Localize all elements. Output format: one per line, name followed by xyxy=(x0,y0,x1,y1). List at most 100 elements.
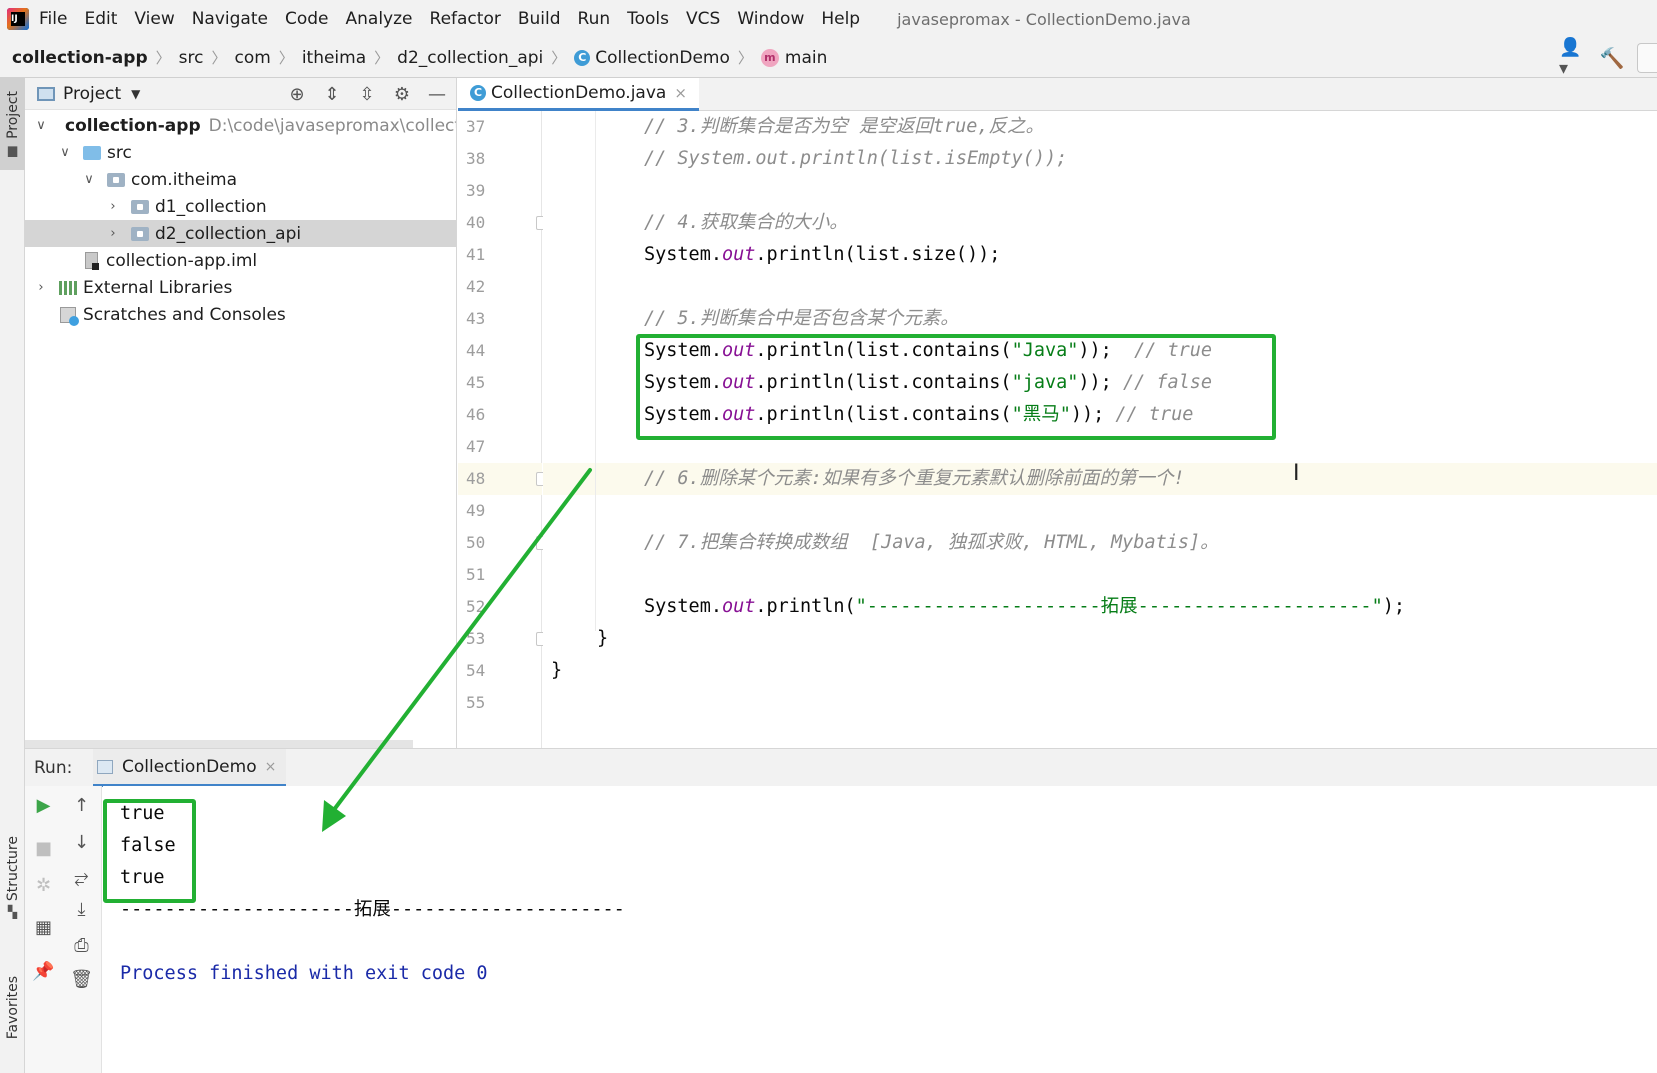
code-line-41: System.out.println(list.size()); xyxy=(644,239,1000,271)
project-panel: Project ▼ ⊕ ⇕ ⇳ ⚙ — ∨ collection-app D:\… xyxy=(25,78,457,748)
rerun-play-icon[interactable]: ▶ xyxy=(25,790,62,820)
project-view-selector[interactable]: Project xyxy=(63,84,121,104)
tree-item-src[interactable]: ∨ src xyxy=(25,139,456,166)
pin-icon[interactable]: 📌 xyxy=(25,956,62,986)
menu-refactor[interactable]: Refactor xyxy=(430,9,501,29)
expand-all-icon[interactable]: ⇕ xyxy=(319,81,345,107)
stripe-tab-project[interactable]: Project ▆ xyxy=(0,78,25,170)
menu-edit[interactable]: Edit xyxy=(84,9,117,29)
run-toolbar-primary: ▶ ■ ✲ ▦ 📌 xyxy=(25,786,62,1073)
tree-item-external-libraries[interactable]: › External Libraries xyxy=(25,274,456,301)
scroll-to-end-icon[interactable]: ⤓ xyxy=(62,894,101,924)
run-config-dropdown[interactable] xyxy=(1637,43,1657,73)
console-line: ---------------------拓展-----------------… xyxy=(120,899,625,920)
debug-bug-icon[interactable]: ✲ xyxy=(25,870,62,900)
gear-icon[interactable]: ⚙ xyxy=(389,81,415,107)
code-token-comment: // true xyxy=(1134,340,1213,361)
tree-item-d1-collection[interactable]: › d1_collection xyxy=(25,193,456,220)
user-account-icon[interactable]: 👤▾ xyxy=(1559,37,1589,79)
code-line-37: // 3.判断集合是否为空 是空返回true,反之。 xyxy=(644,116,1045,137)
menu-window[interactable]: Window xyxy=(737,9,804,29)
tree-item-package[interactable]: ∨ com.itheima xyxy=(25,166,456,193)
menu-navigate[interactable]: Navigate xyxy=(192,9,268,29)
project-toolbar: ⊕ ⇕ ⇳ ⚙ — xyxy=(275,78,450,110)
breadcrumb-class[interactable]: C CollectionDemo xyxy=(574,48,730,68)
code-token: )); xyxy=(1078,340,1135,361)
chevron-right-icon[interactable]: › xyxy=(106,226,120,241)
breadcrumb-module[interactable]: d2_collection_api xyxy=(397,48,543,68)
arrow-up-icon[interactable]: ↑ xyxy=(62,790,101,820)
chevron-down-icon[interactable]: ∨ xyxy=(82,172,96,187)
editor-tab-collectiondemo[interactable]: C CollectionDemo.java × xyxy=(458,78,699,111)
chevron-right-icon[interactable]: › xyxy=(106,199,120,214)
breadcrumb-com[interactable]: com xyxy=(234,48,270,68)
tree-item-scratches[interactable]: Scratches and Consoles xyxy=(25,301,456,328)
breadcrumb-separator-icon: 〉 xyxy=(374,49,390,67)
breadcrumb-src[interactable]: src xyxy=(179,48,204,68)
code-token-string: "Java" xyxy=(1011,340,1079,361)
chevron-down-icon[interactable]: ∨ xyxy=(58,145,72,160)
tree-item-root[interactable]: ∨ collection-app D:\code\javasepromax\co… xyxy=(25,112,456,139)
menu-analyze[interactable]: Analyze xyxy=(346,9,413,29)
menu-tools[interactable]: Tools xyxy=(627,9,669,29)
console-exit-message: Process finished with exit code 0 xyxy=(120,963,488,984)
stop-icon[interactable]: ■ xyxy=(25,833,62,863)
breadcrumb-itheima[interactable]: itheima xyxy=(302,48,366,68)
code-editor[interactable]: // 3.判断集合是否为空 是空返回true,反之。 // System.out… xyxy=(543,111,1657,748)
stripe-tab-structure[interactable]: Structure ▚ xyxy=(0,830,25,925)
stripe-tab-favorites[interactable]: Favorites xyxy=(0,943,25,1073)
print-icon[interactable]: ⎙ xyxy=(62,930,101,960)
breadcrumb-project[interactable]: collection-app xyxy=(12,48,148,68)
build-hammer-icon[interactable]: 🔨 xyxy=(1597,43,1627,73)
menu-build[interactable]: Build xyxy=(518,9,561,29)
arrow-down-icon[interactable]: ↓ xyxy=(62,827,101,857)
intellij-logo-icon xyxy=(7,8,29,30)
menu-vcs[interactable]: VCS xyxy=(686,9,720,29)
code-token-field: out xyxy=(721,372,756,393)
left-tool-stripe: Project ▆ Structure ▚ Favorites xyxy=(0,78,25,1073)
close-icon[interactable]: × xyxy=(674,84,687,102)
class-icon: C xyxy=(470,85,486,101)
package-icon xyxy=(107,172,125,187)
console-output[interactable]: true false true ---------------------拓展-… xyxy=(103,786,1657,1073)
tree-item-iml[interactable]: collection-app.iml xyxy=(25,247,456,274)
breadcrumb-class-label: CollectionDemo xyxy=(595,47,730,68)
code-token: )); xyxy=(1078,372,1123,393)
layout-icon[interactable]: ▦ xyxy=(25,912,62,942)
collapse-all-icon[interactable]: ⇳ xyxy=(354,81,380,107)
code-token: System. xyxy=(644,596,722,617)
menu-run[interactable]: Run xyxy=(578,9,611,29)
line-number: 40 xyxy=(466,213,486,232)
menu-help[interactable]: Help xyxy=(821,9,860,29)
run-tab-collectiondemo[interactable]: CollectionDemo × xyxy=(93,749,287,787)
locate-target-icon[interactable]: ⊕ xyxy=(284,81,310,107)
chevron-down-icon[interactable]: ▼ xyxy=(131,87,140,101)
close-icon[interactable]: × xyxy=(265,759,277,775)
code-token: System. xyxy=(644,372,722,393)
chevron-right-icon[interactable]: › xyxy=(34,280,48,295)
tree-libs-label: External Libraries xyxy=(83,277,233,298)
indent-guide xyxy=(595,111,596,631)
method-icon: m xyxy=(760,48,779,67)
breadcrumb-method[interactable]: m main xyxy=(760,48,827,68)
tree-item-d2-collection-api[interactable]: › d2_collection_api xyxy=(25,220,456,247)
line-number: 51 xyxy=(466,565,486,584)
menu-file[interactable]: File xyxy=(39,9,67,29)
menu-code[interactable]: Code xyxy=(285,9,329,29)
folder-icon: ▆ xyxy=(7,142,18,157)
editor-gutter: 37 38 39 40 41 42 43 44 45 46 47 48 49 5… xyxy=(458,111,548,748)
menu-view[interactable]: View xyxy=(134,9,174,29)
code-token-field: out xyxy=(721,244,756,265)
trash-icon[interactable]: 🗑 xyxy=(62,964,101,994)
code-token-string: "黑马" xyxy=(1011,404,1071,425)
source-folder-icon xyxy=(83,145,101,160)
menu-bar: File Edit View Navigate Code Analyze Ref… xyxy=(0,0,1657,38)
library-icon xyxy=(59,280,77,295)
soft-wrap-icon[interactable]: ⥂ xyxy=(62,862,101,892)
horizontal-scrollbar[interactable] xyxy=(25,740,413,748)
line-number: 38 xyxy=(466,149,486,168)
hide-minus-icon[interactable]: — xyxy=(424,81,450,107)
tree-src-label: src xyxy=(107,142,132,163)
chevron-down-icon[interactable]: ∨ xyxy=(34,118,48,133)
project-tree: ∨ collection-app D:\code\javasepromax\co… xyxy=(25,110,456,328)
